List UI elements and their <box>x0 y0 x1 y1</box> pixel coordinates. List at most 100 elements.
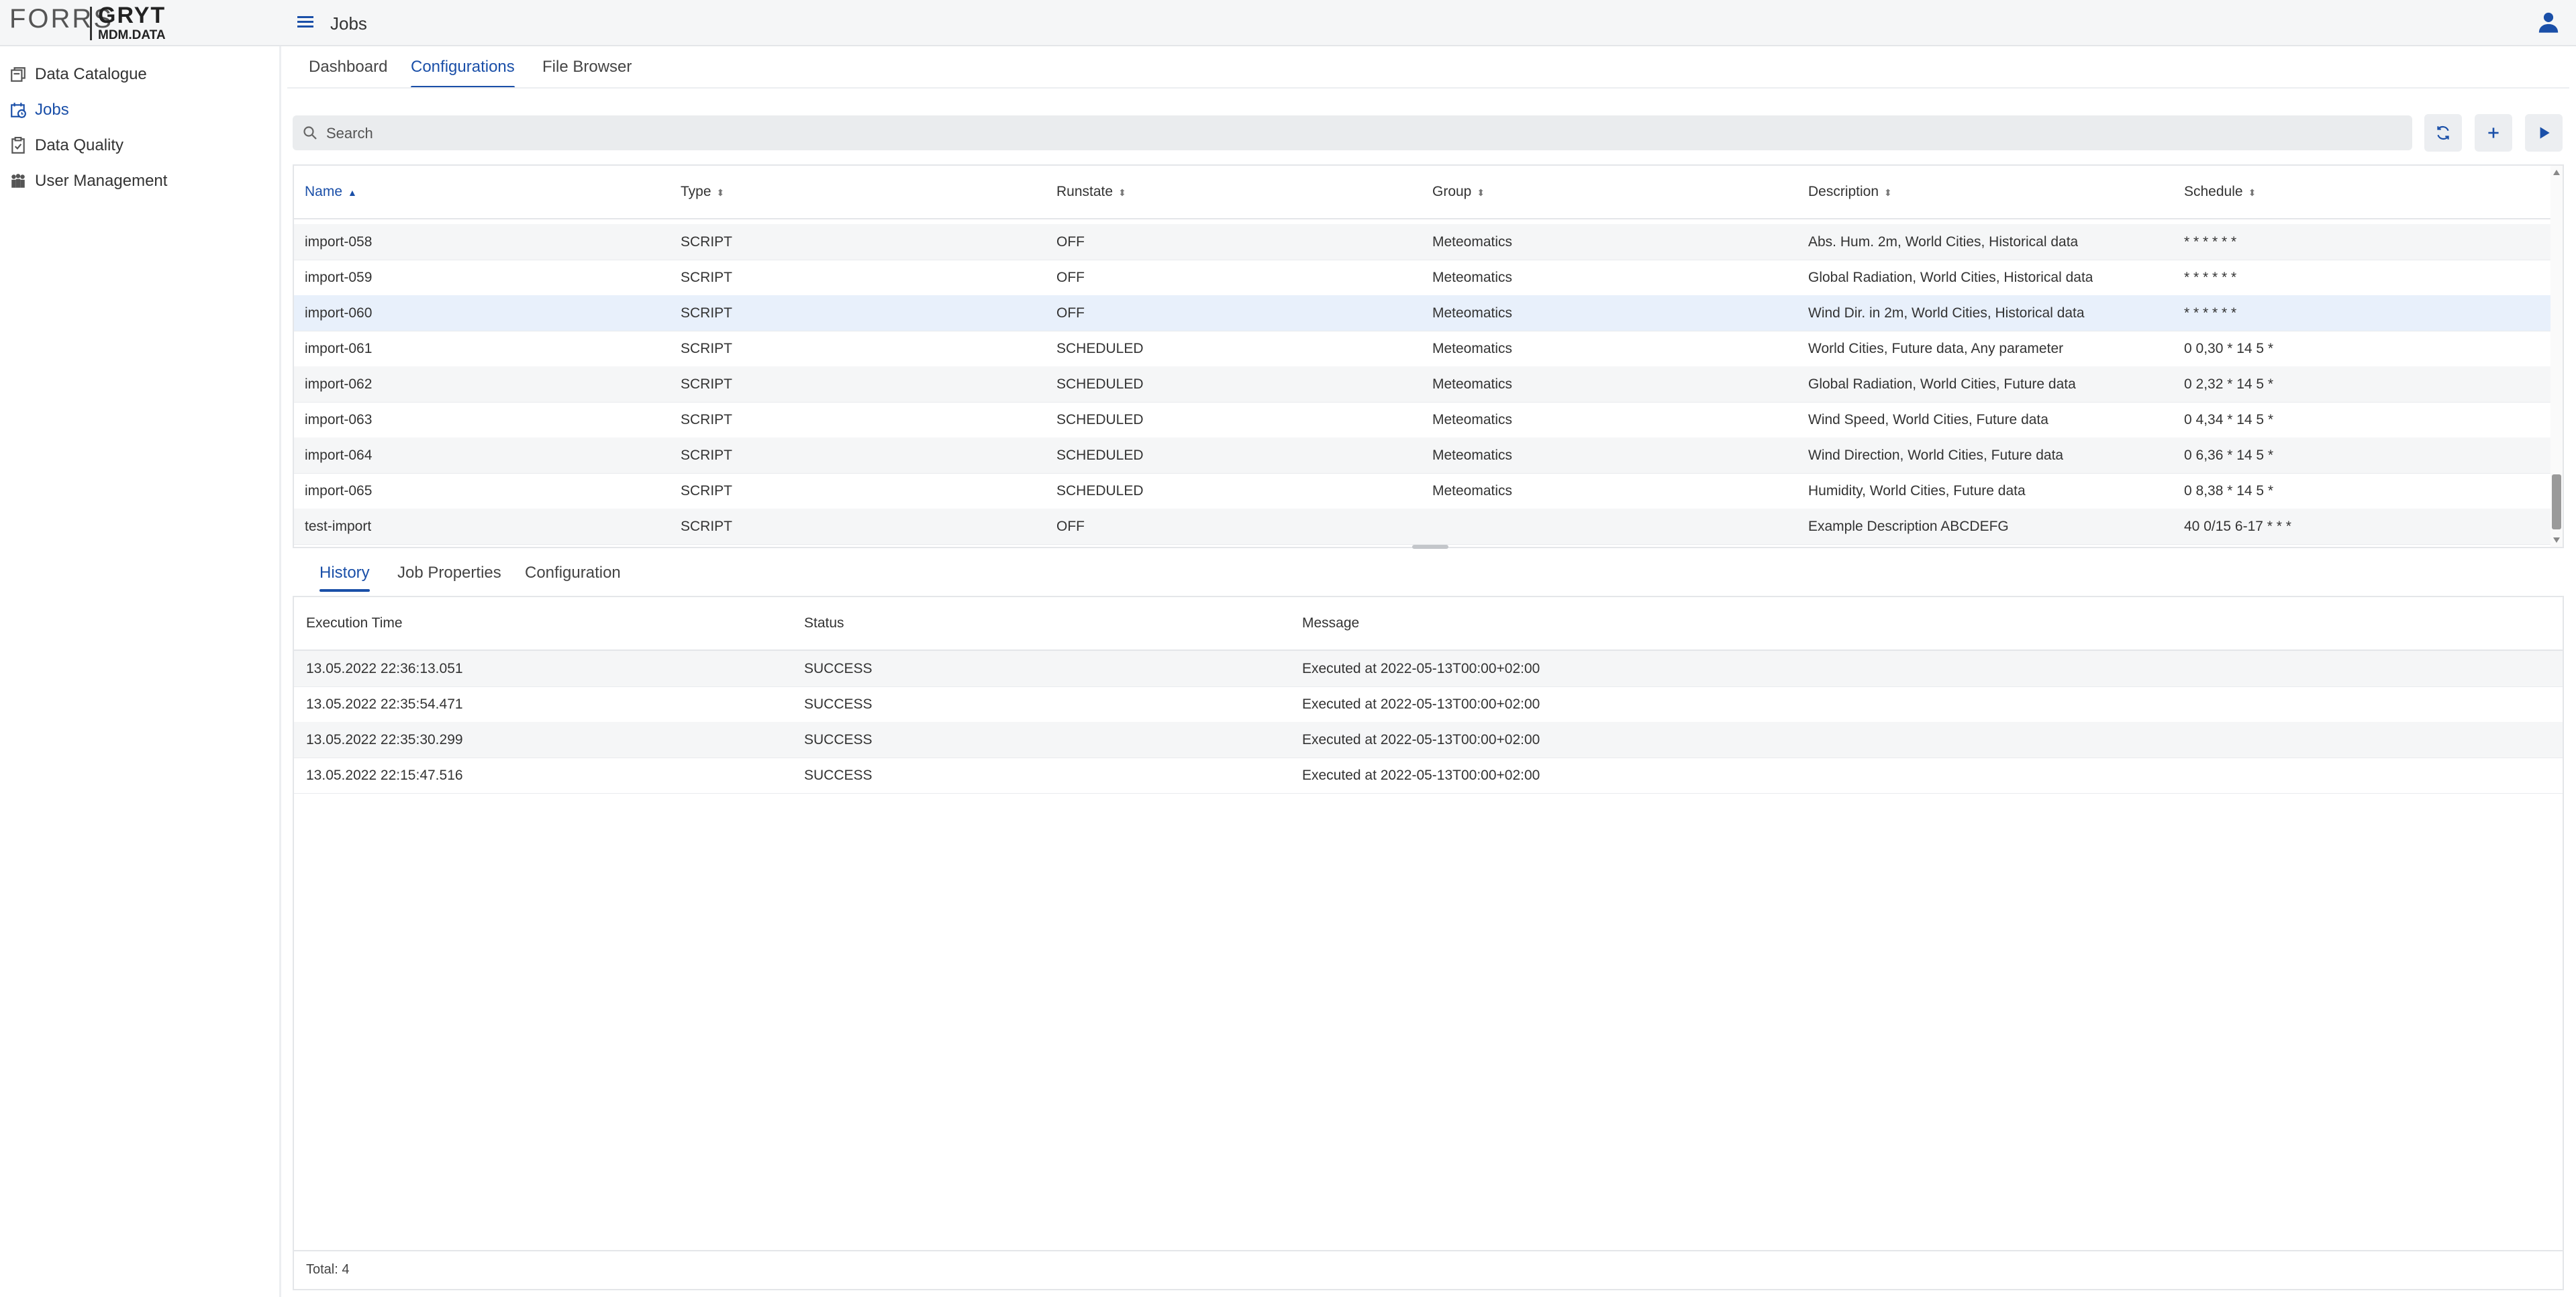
cell-description: Wind Speed, World Cities, Future data <box>1808 412 2048 427</box>
cell-message: Executed at 2022-05-13T00:00+02:00 <box>1302 732 1540 747</box>
sort-icon: ⬍ <box>1884 187 1892 198</box>
cell-description: Global Radiation, World Cities, Future d… <box>1808 376 2076 392</box>
column-header-message[interactable]: Message <box>1302 597 1359 650</box>
table-row[interactable]: import-058 SCRIPT OFF Meteomatics Abs. H… <box>294 224 2552 260</box>
cell-type: SCRIPT <box>681 376 733 392</box>
column-header-runstate[interactable]: Runstate ⬍ <box>1056 166 1126 218</box>
logo: FORRS GRYT MDM.DATA <box>7 3 175 44</box>
cell-name: import-065 <box>305 483 373 499</box>
history-table: Execution Time Status Message 13.05.2022… <box>293 596 2564 1290</box>
cell-schedule: 0 6,36 * 14 5 * <box>2184 448 2274 463</box>
cell-type: SCRIPT <box>681 305 733 321</box>
search-input[interactable] <box>325 121 2395 146</box>
table-row[interactable]: import-063 SCRIPT SCHEDULED Meteomatics … <box>294 402 2552 438</box>
cell-message: Executed at 2022-05-13T00:00+02:00 <box>1302 768 1540 783</box>
column-header-label: Schedule <box>2184 184 2243 199</box>
tab-job-properties[interactable]: Job Properties <box>397 556 501 593</box>
column-header-label: Name <box>305 184 343 199</box>
cell-type: SCRIPT <box>681 234 733 250</box>
search-bar <box>293 115 2412 150</box>
hamburger-menu-icon[interactable] <box>295 12 315 32</box>
table-row[interactable]: import-064 SCRIPT SCHEDULED Meteomatics … <box>294 437 2552 474</box>
cell-description: Global Radiation, World Cities, Historic… <box>1808 270 2093 285</box>
calendar-icon <box>11 103 26 118</box>
refresh-icon <box>2437 126 2449 140</box>
column-header-label: Group <box>1432 184 1472 199</box>
cell-runstate: SCHEDULED <box>1056 376 1144 392</box>
refresh-button[interactable] <box>2424 114 2462 152</box>
history-row[interactable]: 13.05.2022 22:36:13.051 SUCCESS Executed… <box>294 651 2563 687</box>
tab-history[interactable]: History <box>319 556 370 593</box>
sort-icon: ⬍ <box>716 187 725 198</box>
tab-dashboard[interactable]: Dashboard <box>309 52 387 90</box>
table-row[interactable]: import-065 SCRIPT SCHEDULED Meteomatics … <box>294 473 2552 509</box>
scroll-down-icon[interactable] <box>2553 537 2560 543</box>
sidebar-item-user-management[interactable]: User Management <box>9 166 271 196</box>
logo-divider <box>90 7 92 40</box>
sidebar-item-jobs[interactable]: Jobs <box>9 95 271 125</box>
cell-name: import-063 <box>305 412 373 427</box>
table-scrollbar[interactable] <box>2550 166 2563 547</box>
cell-description: Humidity, World Cities, Future data <box>1808 483 2026 499</box>
column-header-label: Description <box>1808 184 1879 199</box>
history-row[interactable]: 13.05.2022 22:15:47.516 SUCCESS Executed… <box>294 758 2563 794</box>
cell-schedule: 0 0,30 * 14 5 * <box>2184 341 2274 356</box>
run-job-button[interactable] <box>2525 114 2563 152</box>
column-header-execution-time[interactable]: Execution Time <box>306 597 403 650</box>
tab-file-browser[interactable]: File Browser <box>542 52 632 90</box>
cell-name: import-064 <box>305 448 373 463</box>
history-row[interactable]: 13.05.2022 22:35:54.471 SUCCESS Executed… <box>294 686 2563 723</box>
table-row[interactable]: import-059 SCRIPT OFF Meteomatics Global… <box>294 260 2552 296</box>
tabs-divider <box>287 87 2569 89</box>
table-row[interactable]: test-import SCRIPT OFF Example Descripti… <box>294 509 2552 545</box>
table-row[interactable]: import-062 SCRIPT SCHEDULED Meteomatics … <box>294 366 2552 403</box>
user-account-icon[interactable] <box>2537 11 2560 34</box>
cell-group: Meteomatics <box>1432 483 1513 499</box>
cell-schedule: 40 0/15 6-17 * * * <box>2184 519 2291 534</box>
cell-schedule: 0 8,38 * 14 5 * <box>2184 483 2274 499</box>
column-header-label: Runstate <box>1056 184 1113 199</box>
sidebar-item-label: Data Quality <box>35 136 124 154</box>
sidebar-item-data-quality[interactable]: Data Quality <box>9 131 271 160</box>
cell-description: Wind Direction, World Cities, Future dat… <box>1808 448 2064 463</box>
cell-schedule: 0 4,34 * 14 5 * <box>2184 412 2274 427</box>
add-job-button[interactable] <box>2475 114 2512 152</box>
total-count: Total: 4 <box>306 1262 350 1277</box>
split-resize-handle[interactable] <box>1412 545 1448 549</box>
cell-runstate: SCHEDULED <box>1056 483 1144 499</box>
cell-type: SCRIPT <box>681 341 733 356</box>
cell-message: Executed at 2022-05-13T00:00+02:00 <box>1302 696 1540 712</box>
column-header-group[interactable]: Group ⬍ <box>1432 166 1485 218</box>
table-row-selected[interactable]: import-060 SCRIPT OFF Meteomatics Wind D… <box>294 295 2552 331</box>
tab-configurations[interactable]: Configurations <box>411 52 515 90</box>
play-icon <box>2540 127 2550 139</box>
cell-message: Executed at 2022-05-13T00:00+02:00 <box>1302 661 1540 676</box>
cell-name: test-import <box>305 519 372 534</box>
column-header-schedule[interactable]: Schedule ⬍ <box>2184 166 2256 218</box>
scrollbar-thumb[interactable] <box>2552 474 2561 529</box>
history-row[interactable]: 13.05.2022 22:35:30.299 SUCCESS Executed… <box>294 722 2563 758</box>
column-header-description[interactable]: Description ⬍ <box>1808 166 1892 218</box>
cell-type: SCRIPT <box>681 483 733 499</box>
column-header-name[interactable]: Name ▲ <box>305 166 357 218</box>
cell-group: Meteomatics <box>1432 412 1513 427</box>
cell-group: Meteomatics <box>1432 448 1513 463</box>
logo-right-text: GRYT <box>98 3 166 28</box>
column-header-type[interactable]: Type ⬍ <box>681 166 724 218</box>
scroll-up-icon[interactable] <box>2553 170 2560 175</box>
sort-icon: ⬍ <box>1118 187 1126 198</box>
cell-schedule: * * * * * * <box>2184 234 2237 250</box>
table-row[interactable]: import-061 SCRIPT SCHEDULED Meteomatics … <box>294 331 2552 367</box>
history-table-footer: Total: 4 <box>294 1250 2563 1289</box>
tab-configuration[interactable]: Configuration <box>525 556 621 593</box>
sidebar-item-data-catalogue[interactable]: Data Catalogue <box>9 60 271 89</box>
history-table-header: Execution Time Status Message <box>294 597 2563 651</box>
cell-status: SUCCESS <box>804 696 873 712</box>
sidebar-item-label: Data Catalogue <box>35 65 147 83</box>
cell-execution-time: 13.05.2022 22:15:47.516 <box>306 768 463 783</box>
column-header-status[interactable]: Status <box>804 597 844 650</box>
cell-runstate: SCHEDULED <box>1056 448 1144 463</box>
cell-group: Meteomatics <box>1432 341 1513 356</box>
cell-description: World Cities, Future data, Any parameter <box>1808 341 2064 356</box>
cell-type: SCRIPT <box>681 448 733 463</box>
